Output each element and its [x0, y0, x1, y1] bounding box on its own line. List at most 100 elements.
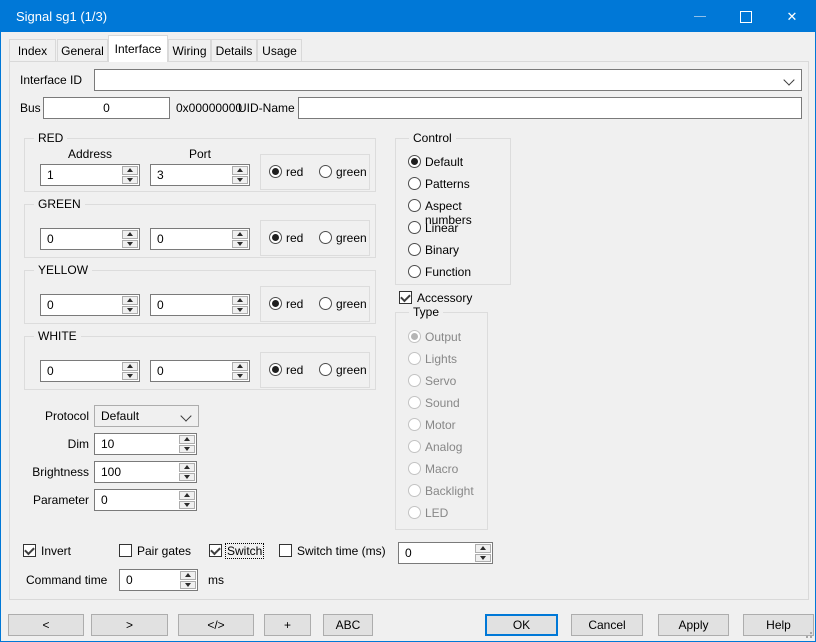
white-port-spinner[interactable]: 0: [150, 360, 250, 382]
apply-button[interactable]: Apply: [658, 614, 729, 636]
red-address-spinner[interactable]: 1: [40, 164, 140, 186]
spin-down-button[interactable]: [232, 372, 248, 381]
control-function-label[interactable]: Function: [425, 265, 471, 279]
green-gate-red-radio[interactable]: [269, 231, 282, 244]
spin-down-button[interactable]: [122, 240, 138, 249]
control-binary-radio[interactable]: [408, 243, 421, 256]
spin-down-button[interactable]: [232, 306, 248, 315]
red-gate-green-label[interactable]: green: [336, 165, 367, 179]
close-button[interactable]: ✕: [769, 1, 815, 32]
ok-button[interactable]: OK: [485, 614, 558, 636]
spin-up-button[interactable]: [232, 230, 248, 239]
white-address-spinner[interactable]: 0: [40, 360, 140, 382]
maximize-button[interactable]: [723, 1, 769, 32]
control-linear-radio[interactable]: [408, 221, 421, 234]
yellow-gate-red-label[interactable]: red: [286, 297, 303, 311]
spin-down-button[interactable]: [122, 176, 138, 185]
tab-details[interactable]: Details: [211, 39, 257, 61]
pair-gates-checkbox[interactable]: [119, 544, 132, 557]
cancel-button[interactable]: Cancel: [571, 614, 643, 636]
yellow-gate-green-radio[interactable]: [319, 297, 332, 310]
spin-up-button[interactable]: [122, 362, 138, 371]
control-default-label[interactable]: Default: [425, 155, 463, 169]
spin-up-button[interactable]: [122, 296, 138, 305]
switch-time-spinner[interactable]: 0: [398, 542, 493, 564]
white-gate-red-radio[interactable]: [269, 363, 282, 376]
code-button[interactable]: </>: [178, 614, 254, 636]
control-aspect-numbers-radio[interactable]: [408, 199, 421, 212]
bus-field[interactable]: 0: [43, 97, 170, 119]
spin-up-button[interactable]: [179, 491, 195, 500]
spin-up-button[interactable]: [179, 435, 195, 444]
accessory-label[interactable]: Accessory: [417, 291, 472, 305]
resize-grip[interactable]: [802, 628, 812, 638]
red-gate-red-radio[interactable]: [269, 165, 282, 178]
parameter-spinner[interactable]: 0: [94, 489, 197, 511]
control-default-radio[interactable]: [408, 155, 421, 168]
control-function-radio[interactable]: [408, 265, 421, 278]
tab-general[interactable]: General: [57, 39, 108, 61]
spin-down-button[interactable]: [180, 581, 196, 590]
spin-up-button[interactable]: [232, 166, 248, 175]
red-gate-green-radio[interactable]: [319, 165, 332, 178]
spin-down-button[interactable]: [122, 306, 138, 315]
switch-checkbox[interactable]: [209, 544, 222, 557]
invert-checkbox[interactable]: [23, 544, 36, 557]
spin-up-button[interactable]: [179, 463, 195, 472]
tab-interface[interactable]: Interface: [108, 35, 168, 62]
spin-down-button[interactable]: [179, 501, 195, 510]
white-gate-green-label[interactable]: green: [336, 363, 367, 377]
green-port-spinner[interactable]: 0: [150, 228, 250, 250]
switch-time-label[interactable]: Switch time (ms): [297, 544, 386, 558]
switch-label[interactable]: Switch: [226, 544, 263, 558]
white-gate-green-radio[interactable]: [319, 363, 332, 376]
dim-spinner[interactable]: 10: [94, 433, 197, 455]
control-linear-label[interactable]: Linear: [425, 221, 458, 235]
spin-up-button[interactable]: [122, 166, 138, 175]
add-button[interactable]: +: [264, 614, 311, 636]
control-patterns-radio[interactable]: [408, 177, 421, 190]
pair-gates-label[interactable]: Pair gates: [137, 544, 191, 558]
green-address-spinner[interactable]: 0: [40, 228, 140, 250]
title-bar[interactable]: Signal sg1 (1/3) ✕: [1, 1, 815, 32]
command-time-spinner[interactable]: 0: [119, 569, 198, 591]
tab-wiring[interactable]: Wiring: [168, 39, 211, 61]
yellow-port-spinner[interactable]: 0: [150, 294, 250, 316]
spin-down-button[interactable]: [179, 445, 195, 454]
spin-up-button[interactable]: [232, 362, 248, 371]
yellow-gate-green-label[interactable]: green: [336, 297, 367, 311]
spin-down-button[interactable]: [122, 372, 138, 381]
yellow-address-spinner[interactable]: 0: [40, 294, 140, 316]
tab-index[interactable]: Index: [9, 39, 56, 61]
spin-down-button[interactable]: [232, 176, 248, 185]
uid-name-field[interactable]: [298, 97, 802, 119]
yellow-gate-red-radio[interactable]: [269, 297, 282, 310]
parameter-label: Parameter: [10, 493, 89, 507]
spin-up-button[interactable]: [475, 544, 491, 553]
brightness-spinner[interactable]: 100: [94, 461, 197, 483]
protocol-combobox[interactable]: Default: [94, 405, 199, 427]
invert-label[interactable]: Invert: [41, 544, 71, 558]
spin-up-button[interactable]: [232, 296, 248, 305]
prev-button[interactable]: <: [8, 614, 84, 636]
spin-down-button[interactable]: [232, 240, 248, 249]
switch-time-checkbox[interactable]: [279, 544, 292, 557]
accessory-checkbox[interactable]: [399, 291, 412, 304]
spin-down-button[interactable]: [179, 473, 195, 482]
spin-down-button[interactable]: [475, 554, 491, 563]
abc-button[interactable]: ABC: [323, 614, 373, 636]
control-patterns-label[interactable]: Patterns: [425, 177, 470, 191]
tab-usage[interactable]: Usage: [257, 39, 302, 61]
spin-up-button[interactable]: [180, 571, 196, 580]
control-binary-label[interactable]: Binary: [425, 243, 459, 257]
green-gate-green-radio[interactable]: [319, 231, 332, 244]
spin-up-button[interactable]: [122, 230, 138, 239]
red-gate-red-label[interactable]: red: [286, 165, 303, 179]
green-gate-red-label[interactable]: red: [286, 231, 303, 245]
interface-id-combobox[interactable]: [94, 69, 802, 91]
white-gate-red-label[interactable]: red: [286, 363, 303, 377]
red-port-spinner[interactable]: 3: [150, 164, 250, 186]
minimize-button[interactable]: [677, 1, 723, 32]
green-gate-green-label[interactable]: green: [336, 231, 367, 245]
next-button[interactable]: >: [91, 614, 168, 636]
